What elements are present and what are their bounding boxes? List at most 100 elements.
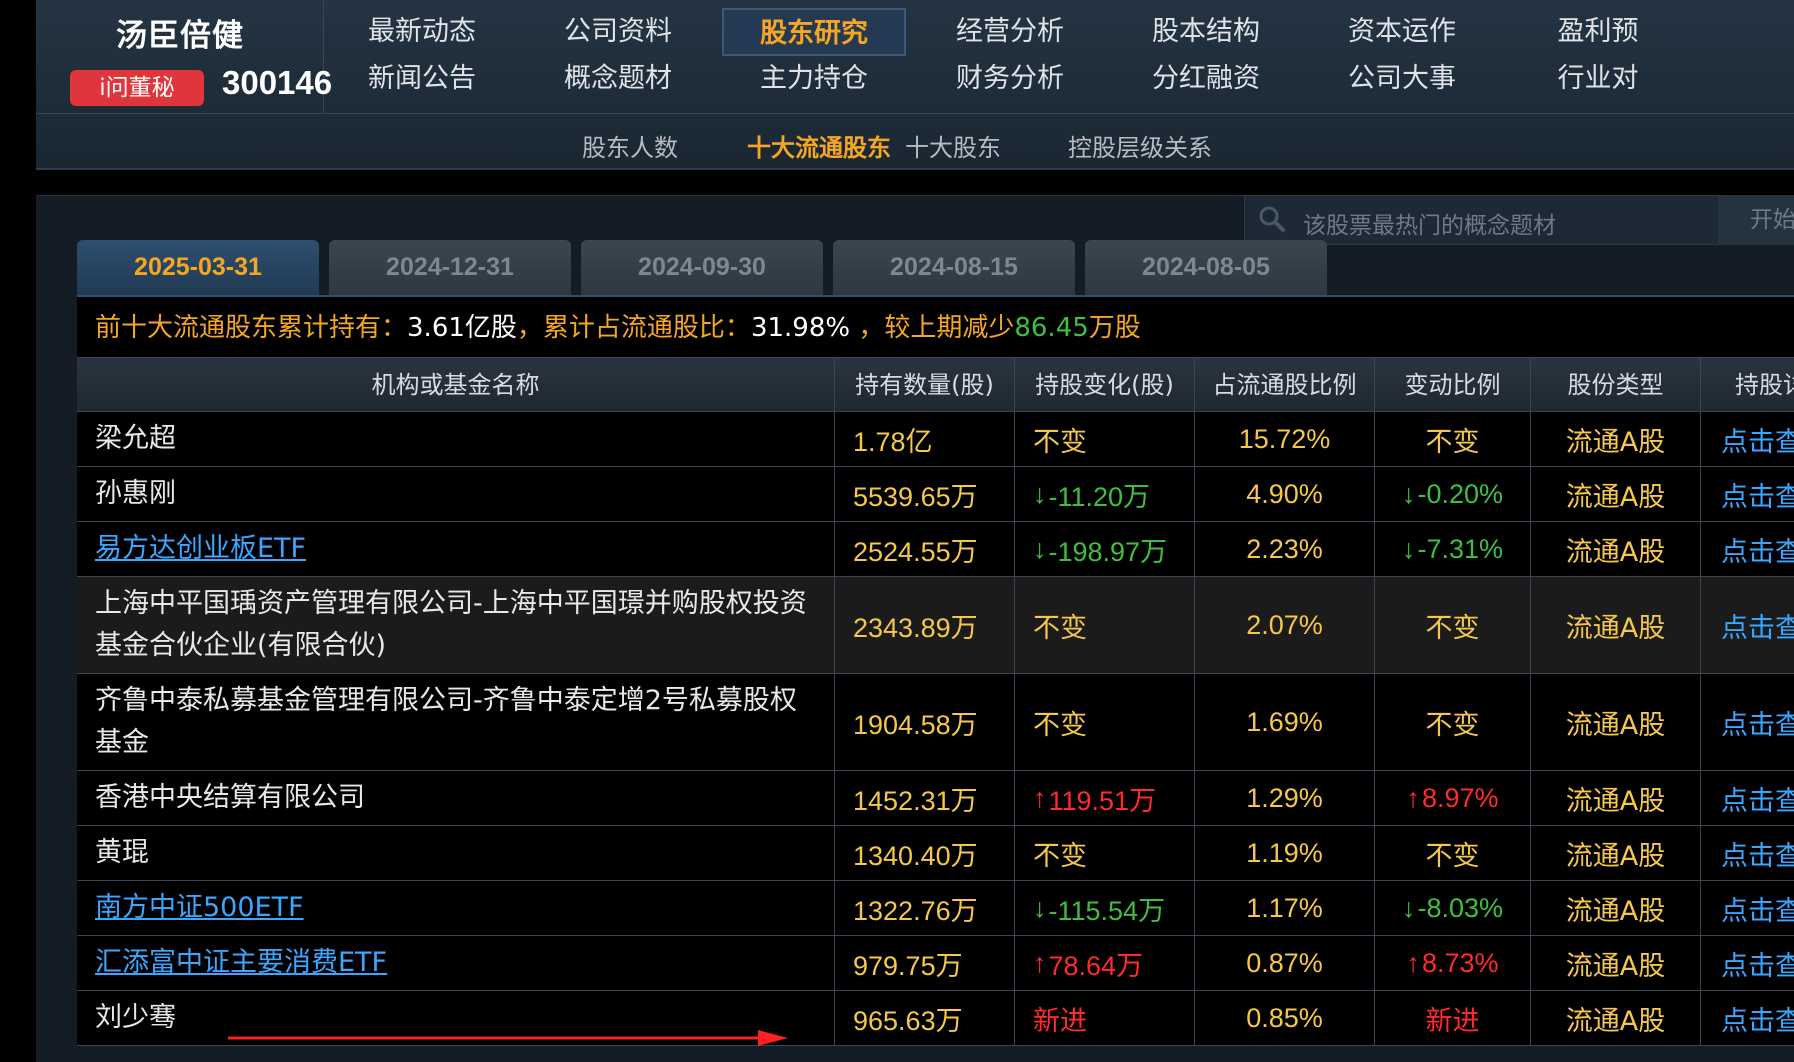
table-row: 南方中证500ETF 1322.76万 ↓ -115.54万 1.17% ↓ -8.03% 流… <box>77 881 1794 936</box>
tab-date-3[interactable]: 2024-08-15 <box>833 240 1075 295</box>
column-header-5[interactable]: 股份类型 <box>1531 358 1701 413</box>
column-header-6[interactable]: 持股详情 <box>1701 358 1794 413</box>
float-share-ratio: 2.23% <box>1195 522 1375 576</box>
view-details-link[interactable]: 点击查看 <box>1701 412 1794 466</box>
view-details-link[interactable]: 点击查看 <box>1701 674 1794 770</box>
change-ratio-value: 8.97% <box>1421 782 1499 813</box>
summary-value-2: 31.98% <box>750 313 851 343</box>
view-details-link[interactable]: 点击查看 <box>1701 771 1794 825</box>
change-ratio: 不变 <box>1375 674 1531 770</box>
nav-item-8[interactable]: 概念题材 <box>526 55 710 103</box>
table-row: 香港中央结算有限公司 1452.31万 ↑ 119.51万 1.29% ↑ 8.97% 流通A… <box>77 771 1794 826</box>
holding-amount: 1.78亿 <box>835 412 1015 466</box>
summary-value-1: 3.61亿股 <box>407 313 517 343</box>
float-share-ratio: 2.07% <box>1195 577 1375 673</box>
nav-item-6[interactable]: 盈利预 <box>1506 8 1690 56</box>
nav-item-12[interactable]: 公司大事 <box>1310 55 1494 103</box>
table-row: 汇添富中证主要消费ETF 979.75万 ↑ 78.64万 0.87% ↑ 8.73% 流通A… <box>77 936 1794 991</box>
holder-name[interactable]: 南方中证500ETF <box>77 881 835 935</box>
holding-amount: 1904.58万 <box>835 674 1015 770</box>
annotation-arrow-icon <box>228 1030 788 1046</box>
view-details-link[interactable]: 点击查看 <box>1701 826 1794 880</box>
change-ratio: ↓ -7.31% <box>1375 522 1531 576</box>
holding-amount: 1340.40万 <box>835 826 1015 880</box>
share-type: 流通A股 <box>1531 881 1701 935</box>
tab-date-4[interactable]: 2024-08-05 <box>1085 240 1327 295</box>
nav-item-2[interactable]: 股东研究 <box>722 8 906 56</box>
column-header-0[interactable]: 机构或基金名称 <box>77 358 835 413</box>
change-ratio-value: 不变 <box>1425 426 1480 457</box>
holding-change-value: 不变 <box>1033 612 1087 643</box>
view-details-link[interactable]: 点击查看 <box>1701 991 1794 1045</box>
sub-nav-item-0[interactable]: 股东人数 <box>582 128 678 163</box>
nav-item-3[interactable]: 经营分析 <box>918 8 1102 56</box>
holding-change: ↑ 119.51万 <box>1015 771 1195 825</box>
tab-date-0[interactable]: 2025-03-31 <box>77 240 319 295</box>
arrow-up-icon: ↑ <box>1033 782 1047 813</box>
change-ratio: 不变 <box>1375 412 1531 466</box>
change-ratio-value: 不变 <box>1425 612 1480 643</box>
share-type: 流通A股 <box>1531 674 1701 770</box>
nav-item-0[interactable]: 最新动态 <box>330 8 514 56</box>
view-details-link[interactable]: 点击查看 <box>1701 577 1794 673</box>
column-header-3[interactable]: 占流通股比例 <box>1195 358 1375 413</box>
table-row: 齐鲁中泰私募基金管理有限公司-齐鲁中泰定增2号私募股权基金 1904.58万 不变 1… <box>77 674 1794 771</box>
holding-amount: 1452.31万 <box>835 771 1015 825</box>
nav-item-9[interactable]: 主力持仓 <box>722 55 906 103</box>
brand-block: 汤臣倍健 i问董秘 300146 <box>36 0 332 113</box>
view-details-link[interactable]: 点击查看 <box>1701 467 1794 521</box>
holder-name: 齐鲁中泰私募基金管理有限公司-齐鲁中泰定增2号私募股权基金 <box>77 674 835 770</box>
arrow-down-icon: ↓ <box>1033 892 1047 923</box>
nav-item-1[interactable]: 公司资料 <box>526 8 710 56</box>
holding-change-value: 78.64万 <box>1048 950 1144 981</box>
nav-item-10[interactable]: 财务分析 <box>918 55 1102 103</box>
table-row: 易方达创业板ETF 2524.55万 ↓ -198.97万 2.23% ↓ -7.31% 流通… <box>77 522 1794 577</box>
holding-change-value: 不变 <box>1033 709 1087 740</box>
float-share-ratio: 15.72% <box>1195 412 1375 466</box>
view-details-link[interactable]: 点击查看 <box>1701 936 1794 990</box>
share-type: 流通A股 <box>1531 936 1701 990</box>
arrow-up-icon: ↑ <box>1033 947 1047 978</box>
holding-change: ↓ -198.97万 <box>1015 522 1195 576</box>
column-header-4[interactable]: 变动比例 <box>1375 358 1531 413</box>
left-border <box>0 0 36 1062</box>
holding-change: 新进 <box>1015 991 1195 1045</box>
nav-item-13[interactable]: 行业对 <box>1506 55 1690 103</box>
nav-item-7[interactable]: 新闻公告 <box>330 55 514 103</box>
stock-code: 300146 <box>222 64 333 101</box>
holding-amount: 1322.76万 <box>835 881 1015 935</box>
change-ratio-value: 不变 <box>1425 840 1480 871</box>
share-type: 流通A股 <box>1531 826 1701 880</box>
holder-name[interactable]: 易方达创业板ETF <box>77 522 835 576</box>
change-ratio: ↑ 8.73% <box>1375 936 1531 990</box>
float-share-ratio: 0.87% <box>1195 936 1375 990</box>
sub-nav: 股东人数 十大流通股东 十大股东 控股层级关系 <box>36 113 1794 168</box>
float-share-ratio: 1.17% <box>1195 881 1375 935</box>
search-button[interactable]: 开始 <box>1718 195 1794 245</box>
company-name: 汤臣倍健 <box>116 18 244 54</box>
change-ratio: 不变 <box>1375 577 1531 673</box>
column-header-1[interactable]: 持有数量(股) <box>835 358 1015 413</box>
share-type: 流通A股 <box>1531 522 1701 576</box>
sub-nav-item-3[interactable]: 控股层级关系 <box>1068 128 1212 163</box>
holding-change-value: 新进 <box>1033 1005 1087 1036</box>
ask-secretary-button[interactable]: i问董秘 <box>70 70 204 106</box>
nav-item-5[interactable]: 资本运作 <box>1310 8 1494 56</box>
tab-date-1[interactable]: 2024-12-31 <box>329 240 571 295</box>
sub-nav-item-2[interactable]: 十大股东 <box>905 128 1001 163</box>
sub-nav-item-1[interactable]: 十大流通股东 <box>747 128 891 163</box>
holder-name[interactable]: 汇添富中证主要消费ETF <box>77 936 835 990</box>
nav-item-4[interactable]: 股本结构 <box>1114 8 1298 56</box>
column-header-2[interactable]: 持股变化(股) <box>1015 358 1195 413</box>
view-details-link[interactable]: 点击查看 <box>1701 522 1794 576</box>
arrow-down-icon: ↓ <box>1401 478 1416 509</box>
holder-name: 香港中央结算有限公司 <box>77 771 835 825</box>
arrow-down-icon: ↓ <box>1401 533 1416 564</box>
view-details-link[interactable]: 点击查看 <box>1701 881 1794 935</box>
holding-amount: 5539.65万 <box>835 467 1015 521</box>
holding-change: 不变 <box>1015 412 1195 466</box>
share-type: 流通A股 <box>1531 577 1701 673</box>
nav-item-11[interactable]: 分红融资 <box>1114 55 1298 103</box>
tab-date-2[interactable]: 2024-09-30 <box>581 240 823 295</box>
change-ratio-value: -8.03% <box>1417 892 1504 923</box>
